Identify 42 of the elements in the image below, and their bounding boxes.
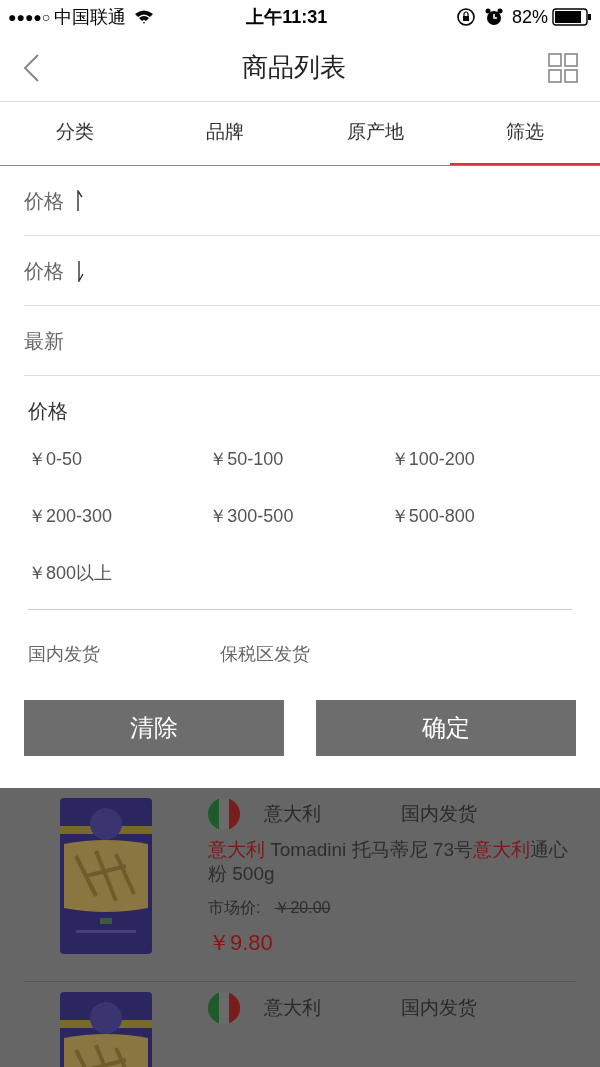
- carrier-name: 中国联通: [54, 5, 127, 29]
- origin-country: 意大利: [264, 801, 321, 826]
- price-range-option[interactable]: ￥300-500: [209, 503, 391, 530]
- grid-view-button[interactable]: [548, 52, 578, 83]
- price-range-option[interactable]: ￥500-800: [390, 503, 572, 530]
- origin-country: 意大利: [264, 995, 321, 1020]
- alarm-icon: [483, 7, 504, 27]
- sort-descending-icon: [76, 259, 84, 282]
- flag-icon: [208, 992, 240, 1024]
- battery-percent: 82%: [511, 5, 548, 29]
- flag-icon: [208, 798, 240, 830]
- wifi-icon: [134, 9, 155, 25]
- shipping-label: 国内发货: [401, 995, 477, 1020]
- filter-tab[interactable]: 分类: [0, 102, 150, 165]
- sale-price: ￥9.80: [208, 929, 274, 957]
- price-range-option[interactable]: ￥800以上: [28, 560, 210, 587]
- battery-icon: [552, 8, 592, 26]
- sort-option[interactable]: 价格: [24, 236, 600, 306]
- market-price: ￥20.00: [274, 898, 331, 918]
- sort-option[interactable]: 最新: [24, 306, 600, 376]
- rotation-lock-icon: [455, 7, 476, 27]
- market-price-label: 市场价:: [208, 898, 261, 918]
- clock-time: 上午11:31: [246, 5, 328, 29]
- clear-button[interactable]: 清除: [24, 700, 284, 756]
- filter-tab[interactable]: 筛选: [450, 102, 600, 165]
- page-title: 商品列表: [241, 51, 347, 84]
- price-range-option[interactable]: ￥0-50: [28, 446, 210, 473]
- price-range-option[interactable]: ￥200-300: [28, 503, 210, 530]
- filter-tab[interactable]: 原产地: [300, 102, 450, 165]
- price-range-option[interactable]: ￥50-100: [209, 446, 391, 473]
- sort-ascending-icon: [76, 189, 84, 212]
- section-title: 价格: [28, 399, 69, 424]
- back-button[interactable]: [22, 52, 40, 83]
- confirm-button[interactable]: 确定: [316, 700, 576, 756]
- filter-tab[interactable]: 品牌: [150, 102, 300, 165]
- sort-option[interactable]: 价格: [24, 166, 600, 236]
- signal-strength: ●●●●○: [8, 7, 51, 27]
- shipping-label: 国内发货: [401, 801, 477, 826]
- product-title: 意大利 Tomadini 托马蒂尼 73号意大利通心粉 500g: [208, 838, 569, 886]
- price-range-option[interactable]: ￥100-200: [390, 446, 572, 473]
- shipping-option[interactable]: 国内发货: [28, 640, 220, 668]
- shipping-option[interactable]: 保税区发货: [220, 640, 412, 668]
